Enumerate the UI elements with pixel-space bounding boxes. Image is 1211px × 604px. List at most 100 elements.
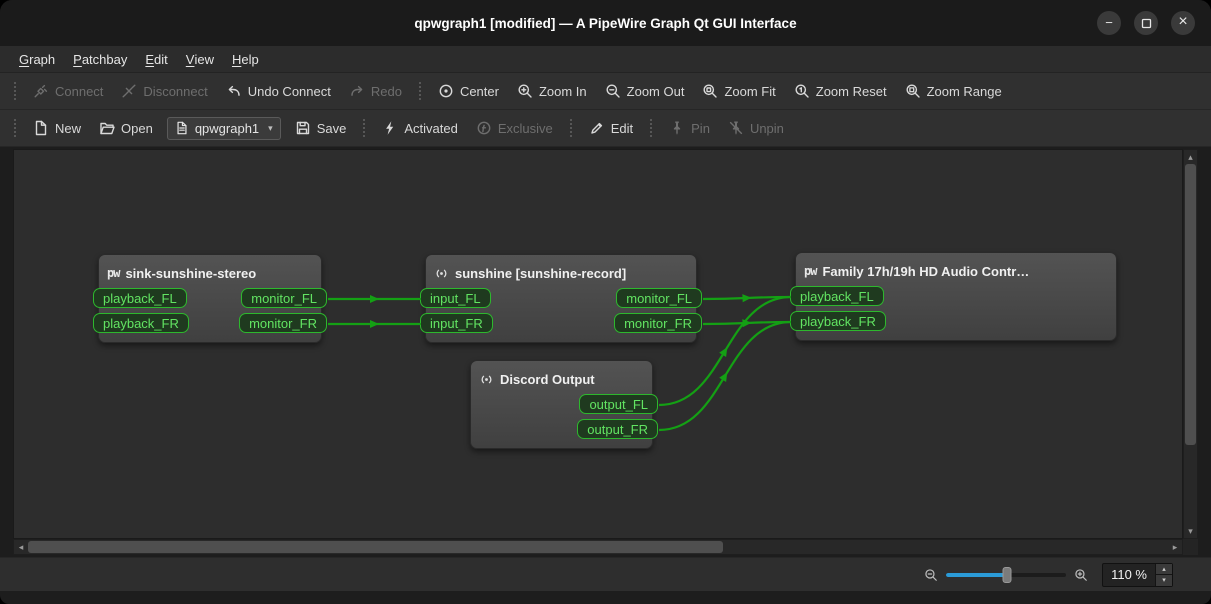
connection[interactable] xyxy=(703,322,791,324)
zoom-spin-up-button[interactable]: ▴ xyxy=(1156,564,1172,575)
port-sink-playback_FL[interactable]: playback_FL xyxy=(93,288,187,308)
pipewire-icon: pw xyxy=(804,264,816,278)
patchbay-file-combo[interactable]: qpwgraph1▾ xyxy=(167,117,281,140)
vertical-scrollbar[interactable]: ▴ ▾ xyxy=(1183,149,1198,539)
zoom-reset-button[interactable]: Zoom Reset xyxy=(785,78,896,104)
node-title-text: Discord Output xyxy=(500,372,595,387)
activated-icon xyxy=(382,120,398,136)
pipewire-icon: pw xyxy=(107,266,119,280)
scroll-right-arrow[interactable]: ▸ xyxy=(1168,540,1182,554)
open-button[interactable]: Open xyxy=(90,115,162,141)
port-sunshine-monitor_FL[interactable]: monitor_FL xyxy=(616,288,702,308)
save-icon xyxy=(295,120,311,136)
zoom-range-button[interactable]: Zoom Range xyxy=(896,78,1011,104)
horizontal-scrollbar-thumb[interactable] xyxy=(28,541,723,553)
node-family[interactable]: pwFamily 17h/19h HD Audio Contr…playback… xyxy=(795,252,1117,341)
scroll-up-arrow[interactable]: ▴ xyxy=(1184,150,1197,164)
zoom-spin-down-button[interactable]: ▾ xyxy=(1156,574,1172,586)
connection-arrow xyxy=(370,320,379,328)
minimize-button[interactable]: − xyxy=(1097,11,1121,35)
redo-label: Redo xyxy=(371,84,402,99)
zoom-out-icon[interactable] xyxy=(924,568,938,582)
connection[interactable] xyxy=(703,297,791,299)
connection-arrow xyxy=(742,294,751,302)
pin-label: Pin xyxy=(691,121,710,136)
menu-patchbay[interactable]: Patchbay xyxy=(64,46,136,72)
broadcast-icon xyxy=(434,266,449,281)
scroll-down-arrow[interactable]: ▾ xyxy=(1184,524,1197,538)
port-sink-monitor_FR[interactable]: monitor_FR xyxy=(239,313,327,333)
toolbar-handle[interactable] xyxy=(12,80,18,102)
zoom-in-icon[interactable] xyxy=(1074,568,1088,582)
node-sink[interactable]: pwsink-sunshine-stereoplayback_FLmonitor… xyxy=(98,254,322,343)
toolbar-handle[interactable] xyxy=(417,80,423,102)
pin-button[interactable]: Pin xyxy=(660,115,719,141)
new-button[interactable]: New xyxy=(24,115,90,141)
zoom-spin-buttons: ▴ ▾ xyxy=(1155,564,1172,586)
vertical-scrollbar-track[interactable] xyxy=(1184,164,1197,524)
zoom-out-button[interactable]: Zoom Out xyxy=(596,78,694,104)
zoom-slider-handle[interactable] xyxy=(1003,567,1012,583)
toolbar-handle[interactable] xyxy=(648,117,654,139)
undo-icon xyxy=(226,83,242,99)
center-icon xyxy=(438,83,454,99)
edit-icon xyxy=(589,120,605,136)
zoom-slider[interactable] xyxy=(946,566,1066,584)
scroll-left-arrow[interactable]: ◂ xyxy=(14,540,28,554)
port-discord-output_FL[interactable]: output_FL xyxy=(579,394,658,414)
menu-view[interactable]: View xyxy=(177,46,223,72)
zoom-spinbox[interactable]: 110 % ▴ ▾ xyxy=(1102,563,1173,587)
disconnect-button[interactable]: Disconnect xyxy=(112,78,216,104)
unpin-label: Unpin xyxy=(750,121,784,136)
exclusive-button[interactable]: Exclusive xyxy=(467,115,562,141)
zoom-in-button[interactable]: Zoom In xyxy=(508,78,596,104)
patchbay-combo-value: qpwgraph1 xyxy=(195,121,259,136)
menu-edit[interactable]: Edit xyxy=(136,46,176,72)
connect-button[interactable]: Connect xyxy=(24,78,112,104)
port-family-playback_FL[interactable]: playback_FL xyxy=(790,286,884,306)
vertical-scrollbar-thumb[interactable] xyxy=(1185,164,1196,445)
center-label: Center xyxy=(460,84,499,99)
unpin-button[interactable]: Unpin xyxy=(719,115,793,141)
horizontal-scrollbar-track[interactable] xyxy=(28,540,1168,554)
redo-button[interactable]: Redo xyxy=(340,78,411,104)
zoom-slider-fill xyxy=(946,573,1007,577)
save-button[interactable]: Save xyxy=(286,115,356,141)
port-discord-output_FR[interactable]: output_FR xyxy=(577,419,658,439)
port-sink-monitor_FL[interactable]: monitor_FL xyxy=(241,288,327,308)
close-button[interactable]: × xyxy=(1171,11,1195,35)
zoom-fit-button[interactable]: Zoom Fit xyxy=(693,78,784,104)
zoom-reset-label: Zoom Reset xyxy=(816,84,887,99)
titlebar[interactable]: qpwgraph1 [modified] — A PipeWire Graph … xyxy=(0,0,1211,46)
node-discord[interactable]: Discord Outputoutput_FLoutput_FR xyxy=(470,360,653,449)
toolbar-handle[interactable] xyxy=(361,117,367,139)
zoom-range-icon xyxy=(905,83,921,99)
toolbar-handle[interactable] xyxy=(568,117,574,139)
horizontal-scrollbar[interactable]: ◂ ▸ xyxy=(13,539,1183,555)
maximize-button[interactable] xyxy=(1134,11,1158,35)
node-title: pwsink-sunshine-stereo xyxy=(107,262,313,284)
undo-connect-button[interactable]: Undo Connect xyxy=(217,78,340,104)
statusbar: 110 % ▴ ▾ xyxy=(0,557,1211,591)
disconnect-icon xyxy=(121,83,137,99)
port-family-playback_FR[interactable]: playback_FR xyxy=(790,311,886,331)
toolbar-handle[interactable] xyxy=(12,117,18,139)
edit-button[interactable]: Edit xyxy=(580,115,642,141)
port-sunshine-monitor_FR[interactable]: monitor_FR xyxy=(614,313,702,333)
broadcast-icon xyxy=(479,372,494,387)
menu-graph[interactable]: Graph xyxy=(10,46,64,72)
port-sunshine-input_FR[interactable]: input_FR xyxy=(420,313,493,333)
connection-arrow xyxy=(719,347,727,357)
center-button[interactable]: Center xyxy=(429,78,508,104)
activated-button[interactable]: Activated xyxy=(373,115,466,141)
port-sunshine-input_FL[interactable]: input_FL xyxy=(420,288,491,308)
zoom-in-label: Zoom In xyxy=(539,84,587,99)
menu-help[interactable]: Help xyxy=(223,46,268,72)
graph-canvas[interactable]: pwsink-sunshine-stereoplayback_FLmonitor… xyxy=(13,149,1183,539)
node-sunshine[interactable]: sunshine [sunshine-record]input_FLmonito… xyxy=(425,254,697,343)
port-sink-playback_FR[interactable]: playback_FR xyxy=(93,313,189,333)
unpin-icon xyxy=(728,120,744,136)
open-icon xyxy=(99,120,115,136)
connection-arrow xyxy=(719,372,727,382)
undo-connect-label: Undo Connect xyxy=(248,84,331,99)
